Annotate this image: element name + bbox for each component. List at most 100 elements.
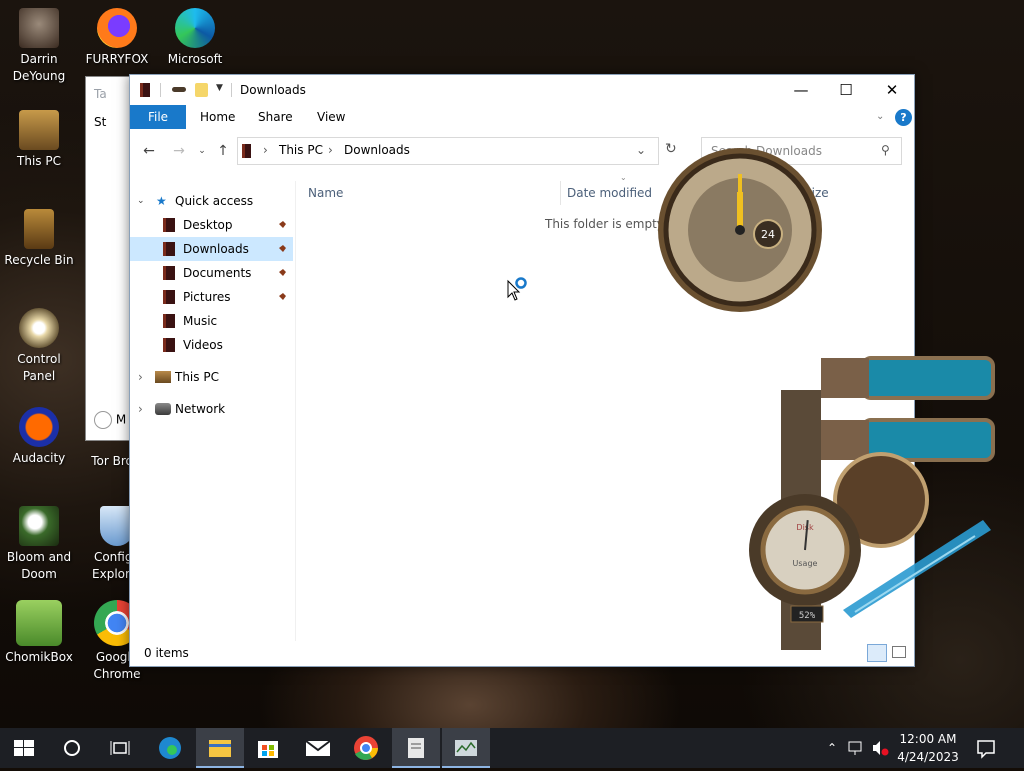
desktop-icon-chomikbox[interactable]: ChomikBox bbox=[0, 600, 78, 666]
taskbar-system-monitor[interactable] bbox=[442, 728, 490, 768]
tab-view[interactable]: View bbox=[317, 105, 345, 129]
clock-face: 24 bbox=[658, 148, 822, 312]
desktop-icon-recycle-bin[interactable]: Recycle Bin bbox=[0, 209, 78, 269]
desktop-icon-label: Darrin DeYoung bbox=[12, 52, 66, 83]
new-folder-icon[interactable] bbox=[195, 83, 208, 97]
recent-locations-button[interactable]: ⌄ bbox=[192, 141, 212, 161]
properties-icon[interactable] bbox=[172, 87, 186, 92]
window-title: Downloads bbox=[240, 83, 306, 97]
folder-icon bbox=[163, 338, 175, 352]
desktop-icon-furryfox[interactable]: FURRYFOX bbox=[78, 8, 156, 68]
pin-icon bbox=[277, 293, 286, 302]
notepad-icon bbox=[408, 738, 424, 758]
nav-item-pictures[interactable]: Pictures bbox=[130, 285, 293, 309]
desktop-icon-label: FURRYFOX bbox=[85, 52, 149, 66]
nav-item-videos[interactable]: Videos bbox=[130, 333, 293, 357]
taskbar-file-explorer[interactable] bbox=[196, 728, 244, 768]
pin-icon bbox=[277, 221, 286, 230]
minimize-button[interactable]: — bbox=[778, 75, 824, 105]
nav-quick-access[interactable]: ⌄ ★ Quick access bbox=[130, 189, 293, 213]
column-header-name[interactable]: Name bbox=[308, 181, 343, 205]
firefox-icon bbox=[97, 8, 137, 48]
desktop-icon-audacity[interactable]: Audacity bbox=[0, 407, 78, 467]
busy-cursor-icon bbox=[507, 277, 527, 301]
desktop-icon-darrin[interactable]: Darrin DeYoung bbox=[0, 8, 78, 85]
column-divider bbox=[560, 181, 561, 205]
help-icon[interactable]: ? bbox=[895, 109, 912, 126]
start-button[interactable] bbox=[0, 728, 48, 768]
nav-this-pc[interactable]: › This PC bbox=[130, 365, 293, 389]
computer-icon bbox=[19, 110, 59, 150]
chevron-down-icon[interactable]: ⌄ bbox=[636, 143, 646, 157]
separator bbox=[160, 83, 161, 97]
control-panel-icon bbox=[19, 308, 59, 348]
start-icon bbox=[14, 740, 34, 756]
desktop-icon-label: Audacity bbox=[12, 451, 66, 465]
taskbar-edge[interactable] bbox=[146, 728, 194, 768]
taskbar-mail[interactable] bbox=[294, 728, 342, 768]
game-icon bbox=[19, 506, 59, 546]
close-button[interactable]: ✕ bbox=[869, 75, 915, 105]
taskbar-store[interactable] bbox=[244, 728, 292, 768]
background-window-title: Ta bbox=[94, 87, 107, 101]
forward-button[interactable]: → bbox=[169, 141, 189, 161]
item-count: 0 items bbox=[144, 646, 189, 660]
chrome-icon bbox=[354, 736, 378, 760]
nav-this-pc-label: This PC bbox=[175, 370, 219, 384]
taskbar-chrome[interactable] bbox=[342, 728, 390, 768]
nav-item-music[interactable]: Music bbox=[130, 309, 293, 333]
taskbar-notepad[interactable] bbox=[392, 728, 440, 768]
steampunk-disk-gauge-gadget[interactable]: Disk Usage 52% bbox=[743, 350, 999, 650]
file-explorer-icon bbox=[209, 740, 231, 757]
title-bar[interactable]: ▼ Downloads — ☐ ✕ bbox=[130, 75, 914, 105]
search-icon bbox=[64, 740, 80, 756]
task-view-button[interactable] bbox=[96, 728, 144, 768]
clock-time: 12:00 AM bbox=[899, 732, 957, 746]
recycle-bin-icon bbox=[24, 209, 54, 249]
gauge-readout: 52% bbox=[799, 611, 816, 621]
desktop-icon-label: Control Panel bbox=[17, 352, 61, 383]
desktop-icon-label: ChomikBox bbox=[5, 650, 73, 664]
desktop-icon-control-panel[interactable]: Control Panel bbox=[0, 308, 78, 385]
back-button[interactable]: ← bbox=[139, 141, 159, 161]
chomikbox-icon bbox=[16, 600, 62, 646]
volume-muted-icon[interactable] bbox=[870, 728, 890, 768]
chevron-down-icon[interactable]: ⌄ bbox=[137, 189, 145, 213]
expand-ribbon-icon[interactable]: ⌄ bbox=[876, 105, 884, 129]
breadcrumb-this-pc[interactable]: This PC bbox=[279, 143, 323, 157]
tab-share[interactable]: Share bbox=[258, 105, 293, 129]
tab-file[interactable]: File bbox=[130, 105, 186, 129]
search-icon[interactable]: ⚲ bbox=[881, 143, 890, 157]
address-bar[interactable]: › This PC › Downloads ⌄ bbox=[237, 137, 659, 165]
pane-divider bbox=[295, 181, 296, 641]
chevron-right-icon: › bbox=[263, 143, 268, 157]
maximize-button[interactable]: ☐ bbox=[823, 75, 869, 105]
nav-item-downloads[interactable]: Downloads bbox=[130, 237, 293, 261]
desktop-icon-bloom-and-doom[interactable]: Bloom and Doom bbox=[0, 506, 78, 583]
up-button[interactable]: ↑ bbox=[213, 141, 233, 161]
nav-network[interactable]: › Network bbox=[130, 397, 293, 421]
steampunk-clock-gadget[interactable]: 24 bbox=[652, 140, 828, 316]
pin-icon bbox=[277, 245, 286, 254]
background-window[interactable]: Ta St M bbox=[85, 76, 135, 441]
nav-item-label: Documents bbox=[183, 266, 252, 280]
customize-quick-access-icon[interactable]: ▼ bbox=[216, 83, 223, 97]
nav-item-documents[interactable]: Documents bbox=[130, 261, 293, 285]
breadcrumb-downloads[interactable]: Downloads bbox=[344, 143, 410, 157]
background-window-row: St bbox=[94, 115, 107, 129]
column-header-date-modified[interactable]: Date modified bbox=[567, 181, 652, 205]
chevron-right-icon[interactable]: › bbox=[138, 365, 143, 389]
network-icon bbox=[155, 403, 171, 415]
notifications-icon[interactable] bbox=[974, 728, 998, 768]
folder-icon bbox=[163, 290, 175, 304]
chevron-right-icon[interactable]: › bbox=[138, 397, 143, 421]
desktop-icon-this-pc[interactable]: This PC bbox=[0, 110, 78, 170]
clock[interactable]: 12:00 AM 4/24/2023 bbox=[896, 728, 960, 768]
nav-item-desktop[interactable]: Desktop bbox=[130, 213, 293, 237]
desktop-icon-microsoft-edge[interactable]: Microsoft bbox=[156, 8, 234, 68]
show-hidden-icons-chevron-icon[interactable]: ⌃ bbox=[824, 728, 840, 768]
network-tray-icon[interactable] bbox=[846, 728, 866, 768]
nav-quick-access-label: Quick access bbox=[175, 194, 254, 208]
tab-home[interactable]: Home bbox=[200, 105, 235, 129]
search-button[interactable] bbox=[48, 728, 96, 768]
